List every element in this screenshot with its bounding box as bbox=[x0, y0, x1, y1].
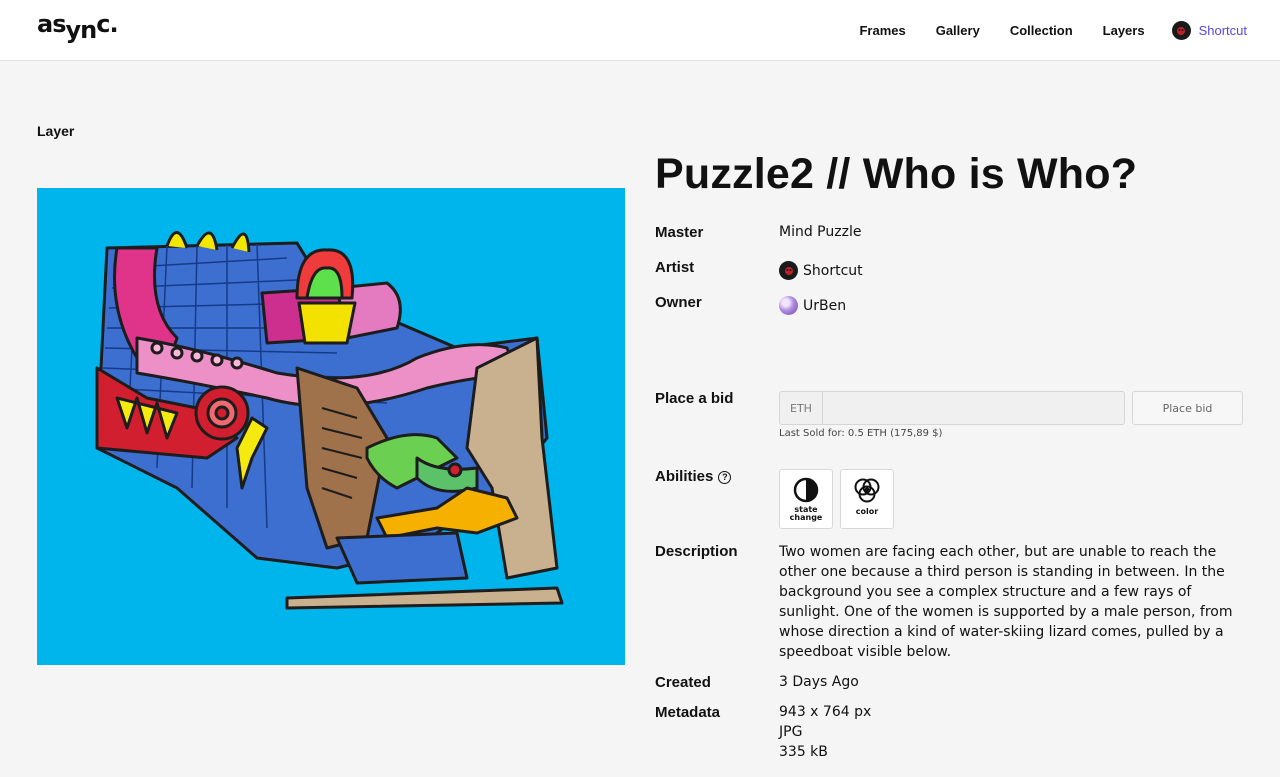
page-title: Puzzle2 // Who is Who? bbox=[655, 150, 1138, 198]
user-menu[interactable]: Shortcut bbox=[1171, 21, 1247, 40]
section-label: Layer bbox=[37, 123, 75, 139]
created-value: 3 Days Ago bbox=[779, 674, 859, 690]
abilities-label-text: Abilities bbox=[655, 468, 714, 485]
nav-collection[interactable]: Collection bbox=[1010, 23, 1073, 38]
main-nav: Frames Gallery Collection Layers Shortcu… bbox=[829, 0, 1247, 61]
owner-label: Owner bbox=[655, 294, 702, 311]
ability-color-label: color bbox=[855, 507, 879, 516]
ability-color[interactable]: color bbox=[840, 469, 894, 529]
description-text: Two women are facing each other, but are… bbox=[779, 544, 1233, 660]
owner-avatar bbox=[779, 296, 798, 315]
user-name: Shortcut bbox=[1198, 23, 1247, 38]
top-bar: async. Frames Gallery Collection Layers … bbox=[0, 0, 1280, 61]
bid-amount-input[interactable] bbox=[823, 392, 1124, 424]
artist-name: Shortcut bbox=[803, 262, 863, 279]
ability-state-change[interactable]: state change bbox=[779, 469, 833, 529]
artwork-image bbox=[37, 188, 625, 665]
ability-state-change-label: state change bbox=[789, 505, 823, 522]
metadata-values: 943 x 764 px JPG 335 kB bbox=[779, 702, 871, 762]
master-link[interactable]: Mind Puzzle bbox=[779, 224, 861, 240]
master-label: Master bbox=[655, 224, 704, 241]
nav-frames[interactable]: Frames bbox=[859, 23, 905, 38]
artist-link[interactable]: Shortcut bbox=[779, 261, 863, 280]
metadata-format: JPG bbox=[779, 724, 803, 740]
last-sold-text: Last Sold for: 0.5 ETH (175,89 $) bbox=[779, 428, 943, 439]
created-label: Created bbox=[655, 674, 711, 691]
metadata-dimensions: 943 x 764 px bbox=[779, 704, 872, 720]
color-circles-icon bbox=[854, 478, 880, 503]
owner-name: UrBen bbox=[803, 297, 847, 314]
artist-label: Artist bbox=[655, 259, 695, 276]
description-label: Description bbox=[655, 543, 738, 560]
place-bid-button[interactable]: Place bid bbox=[1132, 391, 1243, 425]
metadata-label: Metadata bbox=[655, 704, 721, 721]
artist-avatar bbox=[779, 261, 798, 280]
nav-layers[interactable]: Layers bbox=[1103, 23, 1145, 38]
abilities-label: Abilities? bbox=[655, 468, 732, 485]
half-circle-icon bbox=[793, 477, 819, 503]
bid-label: Place a bid bbox=[655, 390, 734, 407]
user-avatar bbox=[1171, 21, 1191, 40]
help-icon[interactable]: ? bbox=[718, 470, 732, 484]
logo[interactable]: async. bbox=[37, 12, 119, 42]
bid-input-group: ETH bbox=[779, 391, 1125, 425]
metadata-size: 335 kB bbox=[779, 744, 828, 760]
nav-gallery[interactable]: Gallery bbox=[936, 23, 980, 38]
bid-currency: ETH bbox=[780, 392, 823, 424]
owner-link[interactable]: UrBen bbox=[779, 296, 846, 315]
